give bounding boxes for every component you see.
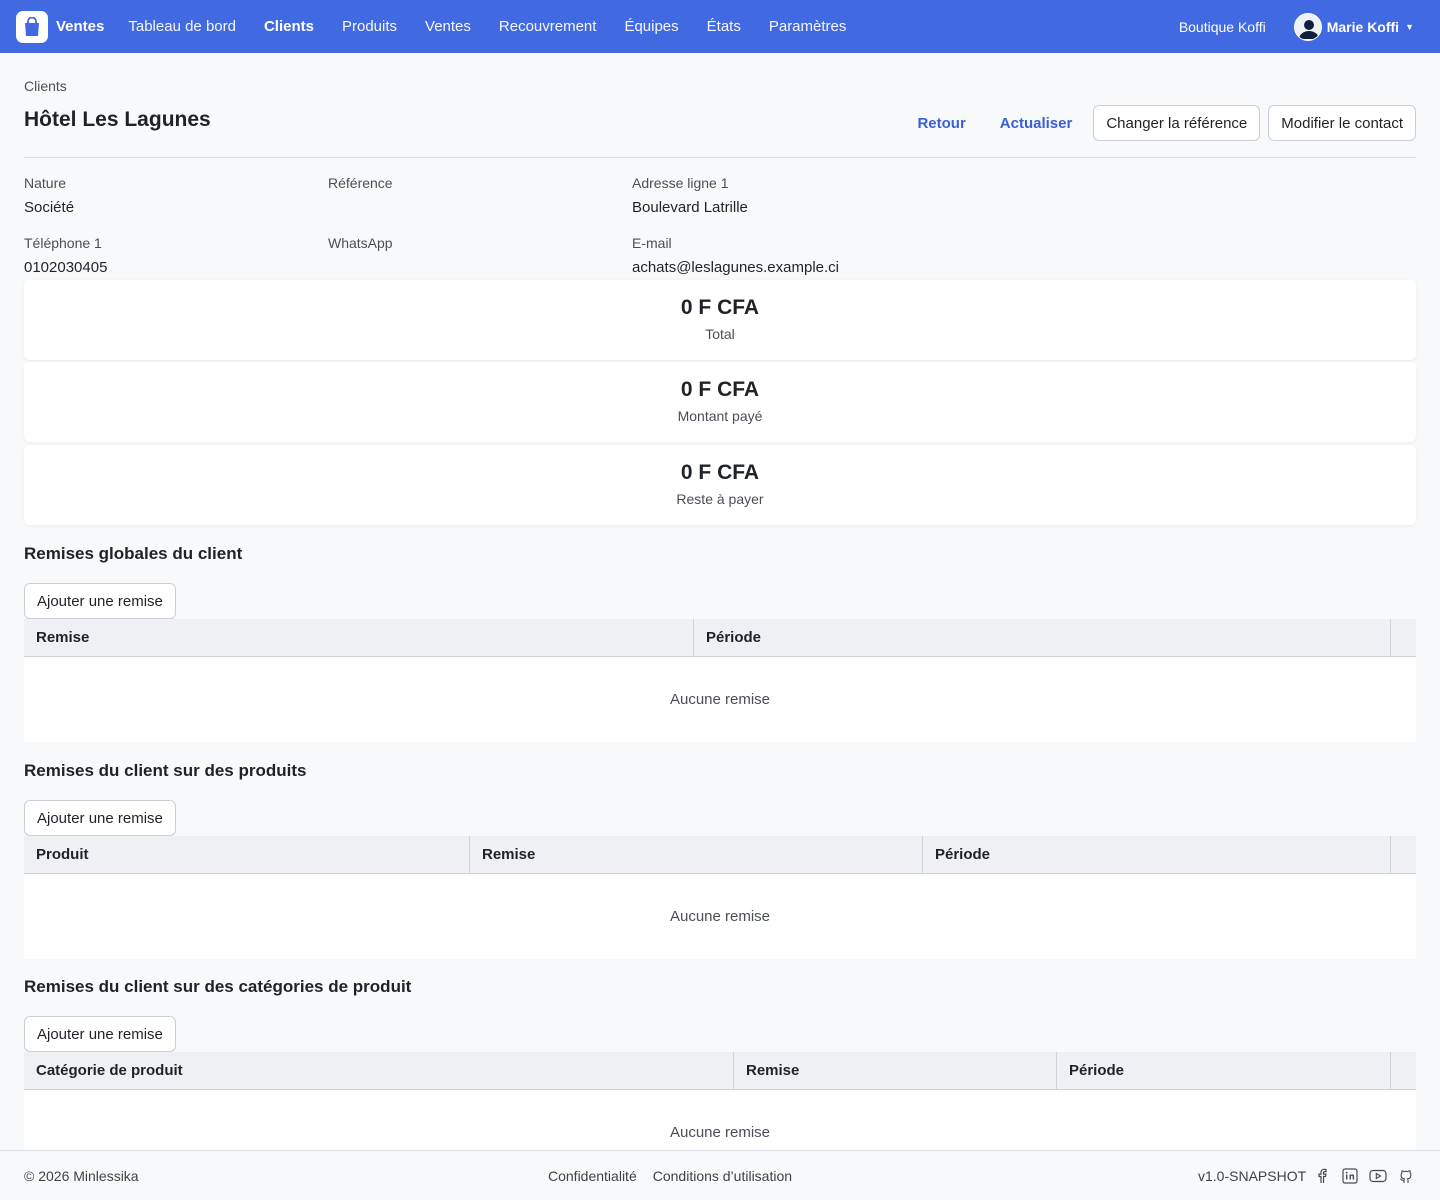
change-reference-button[interactable]: Changer la référence <box>1093 105 1261 141</box>
nav-item-settings[interactable]: Paramètres <box>755 18 861 35</box>
nav-item-recovery[interactable]: Recouvrement <box>485 18 611 35</box>
stat-amount: 0 F CFA <box>680 461 760 484</box>
footer-links: Confidentialité Conditions d’utilisation <box>548 1168 808 1184</box>
table-empty-state: Aucune remise <box>24 657 1416 742</box>
refresh-button[interactable]: Actualiser <box>1000 115 1073 132</box>
nav-item-dashboard[interactable]: Tableau de bord <box>114 18 250 35</box>
detail-address: Adresse ligne 1 Boulevard Latrille <box>632 175 748 216</box>
facebook-icon[interactable] <box>1313 1167 1331 1185</box>
section-title-global-discounts: Remises globales du client <box>24 544 243 563</box>
github-icon[interactable] <box>1397 1167 1415 1185</box>
table-header: Catégorie de produit Remise Période <box>24 1052 1416 1090</box>
header-divider <box>24 157 1416 158</box>
column-header-period[interactable]: Période <box>694 619 1391 656</box>
nav-item-sales[interactable]: Ventes <box>411 18 485 35</box>
social-links <box>1313 1167 1425 1185</box>
empty-message: Aucune remise <box>669 1124 771 1141</box>
app-name: Ventes <box>56 18 105 35</box>
chevron-down-icon: ▼ <box>1405 21 1414 32</box>
brand[interactable]: Ventes <box>16 10 114 43</box>
detail-label: E-mail <box>632 235 672 251</box>
table-header: Remise Période <box>24 619 1416 657</box>
version-label: v1.0-SNAPSHOT <box>1198 1167 1307 1184</box>
product-discounts-table: Produit Remise Période Aucune remise <box>24 836 1416 959</box>
column-header-product[interactable]: Produit <box>24 836 470 873</box>
nav-item-teams[interactable]: Équipes <box>610 18 692 35</box>
nav-item-products[interactable]: Produits <box>328 18 411 35</box>
add-category-discount-button[interactable]: Ajouter une remise <box>24 1016 176 1052</box>
column-header-category[interactable]: Catégorie de produit <box>24 1052 734 1089</box>
column-header-actions <box>1391 1052 1416 1089</box>
empty-message: Aucune remise <box>669 908 771 925</box>
shopping-bag-icon <box>16 10 48 43</box>
column-header-actions <box>1391 619 1416 656</box>
footer: © 2026 Minlessika Confidentialité Condit… <box>0 1150 1440 1200</box>
section-title-product-discounts: Remises du client sur des produits <box>24 761 307 780</box>
stat-card-paid: 0 F CFA Montant payé <box>24 362 1416 442</box>
detail-value: Boulevard Latrille <box>632 199 748 216</box>
detail-nature: Nature Société <box>24 175 74 216</box>
stat-label: Reste à payer <box>676 491 764 507</box>
detail-email: E-mail achats@leslagunes.example.ci <box>632 235 839 276</box>
table-header: Produit Remise Période <box>24 836 1416 874</box>
nav-item-reports[interactable]: États <box>693 18 755 35</box>
detail-reference: Référence <box>328 175 393 199</box>
detail-label: Référence <box>328 175 393 191</box>
stat-card-total: 0 F CFA Total <box>24 280 1416 360</box>
terms-link[interactable]: Conditions d’utilisation <box>653 1168 792 1184</box>
global-discounts-table: Remise Période Aucune remise <box>24 619 1416 742</box>
column-header-discount[interactable]: Remise <box>470 836 923 873</box>
stat-label: Total <box>705 326 735 342</box>
breadcrumb[interactable]: Clients <box>24 78 67 94</box>
detail-label: Téléphone 1 <box>24 235 102 251</box>
linkedin-icon[interactable] <box>1341 1167 1359 1185</box>
detail-phone: Téléphone 1 0102030405 <box>24 235 107 276</box>
add-product-discount-button[interactable]: Ajouter une remise <box>24 800 176 836</box>
youtube-icon[interactable] <box>1369 1167 1387 1185</box>
user-menu[interactable]: Marie Koffi ▼ <box>1293 12 1414 41</box>
stat-card-remaining: 0 F CFA Reste à payer <box>24 445 1416 525</box>
stat-label: Montant payé <box>677 408 763 424</box>
back-button[interactable]: Retour <box>917 115 965 132</box>
detail-value: achats@leslagunes.example.ci <box>632 259 840 276</box>
detail-value: 0102030405 <box>24 259 108 276</box>
empty-message: Aucune remise <box>669 691 771 708</box>
column-header-discount[interactable]: Remise <box>24 619 694 656</box>
detail-value: Société <box>24 199 75 216</box>
shop-name[interactable]: Boutique Koffi <box>1179 19 1266 35</box>
section-title-category-discounts: Remises du client sur des catégories de … <box>24 977 412 996</box>
column-header-period[interactable]: Période <box>1057 1052 1391 1089</box>
detail-label: Nature <box>24 175 67 191</box>
table-empty-state: Aucune remise <box>24 874 1416 959</box>
avatar <box>1293 12 1322 41</box>
nav-item-clients[interactable]: Clients <box>250 18 328 35</box>
top-navbar: Ventes Tableau de bord Clients Produits … <box>0 0 1440 53</box>
add-global-discount-button[interactable]: Ajouter une remise <box>24 583 176 619</box>
detail-label: Adresse ligne 1 <box>632 175 729 191</box>
column-header-period[interactable]: Période <box>923 836 1391 873</box>
page-actions: Retour Actualiser Changer la référence M… <box>917 105 1416 141</box>
privacy-link[interactable]: Confidentialité <box>548 1168 637 1184</box>
stat-amount: 0 F CFA <box>680 378 760 401</box>
detail-whatsapp: WhatsApp <box>328 235 393 259</box>
column-header-actions <box>1391 836 1416 873</box>
user-name: Marie Koffi <box>1326 18 1400 35</box>
edit-contact-button[interactable]: Modifier le contact <box>1268 105 1416 141</box>
page-title: Hôtel Les Lagunes <box>24 108 211 131</box>
main-nav: Tableau de bord Clients Produits Ventes … <box>114 18 860 35</box>
copyright: © 2026 Minlessika <box>24 1167 139 1184</box>
detail-label: WhatsApp <box>328 235 393 251</box>
column-header-discount[interactable]: Remise <box>734 1052 1057 1089</box>
stat-amount: 0 F CFA <box>680 296 760 319</box>
